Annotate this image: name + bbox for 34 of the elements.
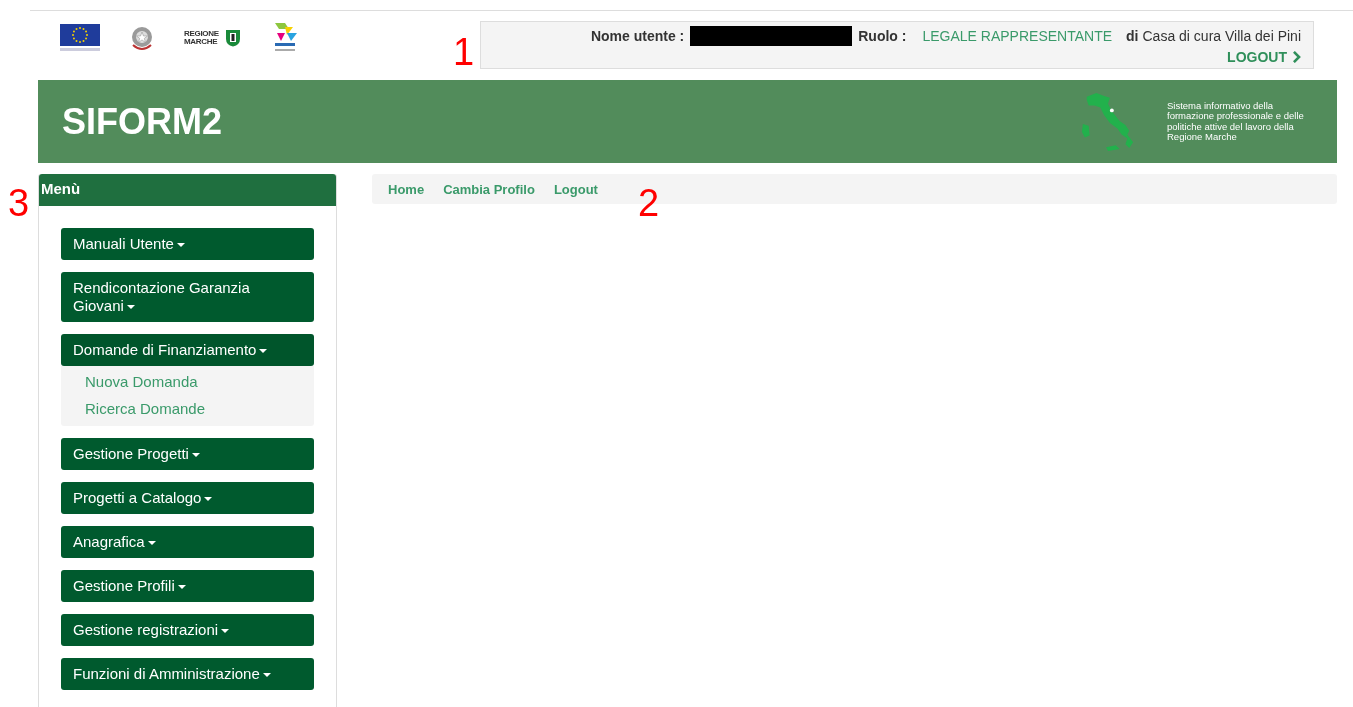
caret-icon bbox=[177, 585, 186, 590]
menu-button[interactable]: Gestione Progetti bbox=[61, 438, 314, 470]
user-label: Nome utente : bbox=[590, 27, 685, 44]
chevron-icon bbox=[1292, 50, 1301, 63]
annotation-number: 2 bbox=[638, 183, 660, 223]
caret-icon bbox=[221, 629, 230, 634]
menu-button[interactable]: Progetti a Catalogo bbox=[61, 482, 314, 514]
caret-icon bbox=[126, 305, 135, 310]
menu-button[interactable]: Manuali Utente bbox=[61, 228, 314, 260]
menu-button[interactable]: Gestione Profili bbox=[61, 570, 314, 602]
app-title: SIFORM2 bbox=[62, 100, 222, 143]
caret-icon bbox=[204, 497, 213, 502]
menu-button[interactable]: Domande di Finanziamento bbox=[61, 334, 314, 366]
organization-name: Casa di cura Villa dei Pini bbox=[1142, 27, 1301, 44]
caret-icon bbox=[262, 673, 271, 678]
caret-icon bbox=[191, 453, 200, 458]
caret-icon bbox=[176, 243, 185, 248]
region-logo: REGIONE MARCHE bbox=[184, 29, 241, 47]
header-description: Sistema informativo della formazione professionale e delle politiche attive del lavoro della Regione Marche bbox=[1167, 100, 1305, 143]
eu-flag-icon bbox=[60, 24, 100, 52]
menu-button[interactable]: Anagrafica bbox=[61, 526, 314, 558]
menu-title: Menù bbox=[39, 174, 336, 206]
role-label: Ruolo : bbox=[858, 27, 907, 44]
menu-button[interactable]: Gestione registrazioni bbox=[61, 614, 314, 646]
emblem-icon bbox=[130, 25, 154, 51]
of-label: di bbox=[1126, 27, 1139, 44]
annotation-number: 1 bbox=[453, 32, 475, 72]
caret-icon bbox=[147, 541, 156, 546]
annotation-number: 3 bbox=[8, 183, 30, 223]
role-value: LEGALE RAPPRESENTANTE bbox=[922, 27, 1113, 44]
caret-icon bbox=[259, 349, 268, 354]
menu-button[interactable]: Rendicontazione Garanzia Giovani bbox=[61, 272, 314, 322]
logout-link[interactable]: LOGOUT bbox=[1227, 48, 1301, 65]
menu-button[interactable]: Funzioni di Amministrazione bbox=[61, 658, 314, 690]
